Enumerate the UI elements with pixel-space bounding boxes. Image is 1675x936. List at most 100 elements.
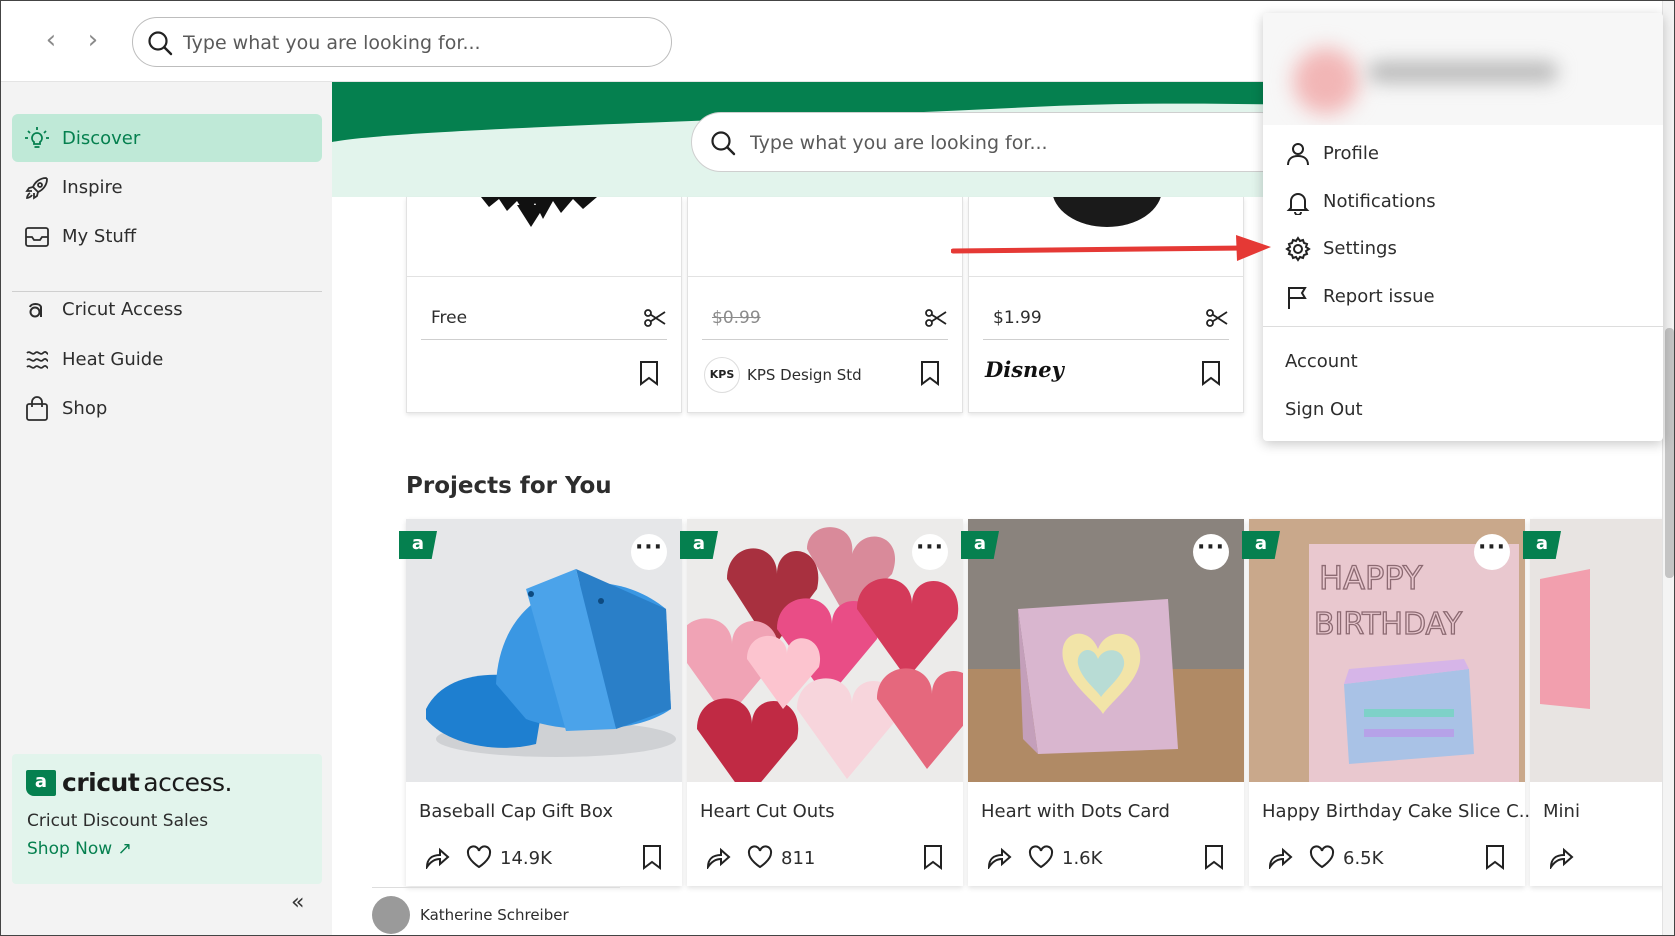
search-icon xyxy=(147,30,173,60)
sidebar-item-label: Cricut Access xyxy=(62,298,183,320)
collapse-sidebar-icon[interactable]: « xyxy=(291,890,304,915)
menu-item-account[interactable]: Account xyxy=(1285,351,1358,372)
scissors-icon xyxy=(1205,306,1229,334)
project-title: Heart with Dots Card xyxy=(981,801,1170,822)
hero-search-field[interactable] xyxy=(691,112,1291,172)
scrollbar-thumb[interactable] xyxy=(1665,328,1674,578)
bookmark-icon[interactable] xyxy=(1204,844,1224,874)
back-arrow-icon[interactable]: ‹ xyxy=(39,27,63,53)
brand-text-light: access. xyxy=(143,768,232,797)
bookmark-icon[interactable] xyxy=(920,360,940,390)
access-badge-icon: a xyxy=(1523,531,1561,559)
heat-waves-icon xyxy=(24,347,50,373)
shopping-bag-icon xyxy=(24,396,50,422)
avatar xyxy=(1293,48,1359,114)
menu-item-notifications[interactable]: Notifications xyxy=(1263,180,1663,224)
bookmark-icon[interactable] xyxy=(1485,844,1505,874)
share-icon[interactable] xyxy=(1548,845,1574,873)
top-search-field[interactable] xyxy=(132,17,672,67)
author-avatar xyxy=(372,896,410,934)
share-icon[interactable] xyxy=(424,845,450,873)
project-title: Baseball Cap Gift Box xyxy=(419,801,613,822)
design-card[interactable]: $1.99 Disney xyxy=(968,197,1244,413)
like-count: 6.5K xyxy=(1343,848,1384,869)
creator[interactable]: KPS KPS Design Std xyxy=(704,357,862,393)
access-badge-icon: a xyxy=(961,531,999,559)
heart-icon[interactable] xyxy=(1028,845,1054,873)
design-price: $1.99 xyxy=(993,308,1042,328)
bookmark-icon[interactable] xyxy=(1201,360,1221,390)
gear-icon xyxy=(1285,236,1311,266)
profile-name-redacted xyxy=(1368,61,1558,83)
sidebar-item-my-stuff[interactable]: My Stuff xyxy=(12,212,322,260)
sidebar-item-label: Heat Guide xyxy=(62,348,164,370)
card-divider xyxy=(983,339,1229,340)
menu-item-label: Profile xyxy=(1323,143,1379,164)
more-options-icon[interactable]: ··· xyxy=(912,534,948,570)
project-title: Heart Cut Outs xyxy=(700,801,835,822)
project-title: Mini xyxy=(1543,801,1580,822)
bell-icon xyxy=(1285,189,1311,219)
sidebar-item-cricut-access[interactable]: Cricut Access xyxy=(12,285,322,333)
sidebar: Discover Inspire My Stuff Cricut Access xyxy=(1,82,332,935)
share-icon[interactable] xyxy=(986,845,1012,873)
menu-item-sign-out[interactable]: Sign Out xyxy=(1285,399,1363,420)
design-image xyxy=(407,197,681,277)
like-count: 14.9K xyxy=(500,848,552,869)
design-price: $0.99 xyxy=(712,308,761,328)
design-card[interactable]: $0.99 KPS KPS Design Std xyxy=(687,197,963,413)
disney-logo: Disney xyxy=(985,357,1064,382)
share-icon[interactable] xyxy=(705,845,731,873)
cricut-access-icon xyxy=(24,297,50,323)
heart-icon[interactable] xyxy=(747,845,773,873)
creator-avatar: KPS xyxy=(704,357,740,393)
bookmark-icon[interactable] xyxy=(642,844,662,874)
project-card[interactable]: HAPPY BIRTHDAY a ··· Happy Birthday Cake… xyxy=(1242,519,1536,886)
rocket-icon xyxy=(24,175,50,201)
bookmark-icon[interactable] xyxy=(639,360,659,390)
menu-item-settings[interactable]: Settings xyxy=(1263,227,1663,271)
forward-arrow-icon[interactable]: › xyxy=(81,27,105,53)
sidebar-item-discover[interactable]: Discover xyxy=(12,114,322,162)
creator[interactable]: Disney xyxy=(985,357,1064,382)
menu-item-profile[interactable]: Profile xyxy=(1263,132,1663,176)
sidebar-item-label: Inspire xyxy=(62,176,123,198)
design-price: Free xyxy=(431,308,468,328)
sidebar-item-inspire[interactable]: Inspire xyxy=(12,163,322,211)
top-search-input[interactable] xyxy=(183,30,653,56)
sidebar-item-shop[interactable]: Shop xyxy=(12,384,322,432)
menu-item-label: Report issue xyxy=(1323,286,1435,307)
like-count: 811 xyxy=(781,848,816,869)
share-icon[interactable] xyxy=(1267,845,1293,873)
section-title: Projects for You xyxy=(406,473,612,499)
hero-search-input[interactable] xyxy=(750,129,1270,157)
shop-now-link[interactable]: Shop Now ↗ xyxy=(27,839,132,859)
more-options-icon[interactable]: ··· xyxy=(1193,534,1229,570)
profile-header xyxy=(1263,13,1663,125)
project-card[interactable]: a ··· Baseball Cap Gift Box 14.9K xyxy=(399,519,682,886)
person-icon xyxy=(1285,141,1311,171)
bookmark-icon[interactable] xyxy=(923,844,943,874)
project-card[interactable]: a ··· Heart with Dots Card 1.6K xyxy=(961,519,1244,886)
sidebar-item-heat-guide[interactable]: Heat Guide xyxy=(12,335,322,383)
card-divider xyxy=(702,339,948,340)
design-card[interactable]: Free xyxy=(406,197,682,413)
design-image xyxy=(688,197,962,277)
access-badge-icon: a xyxy=(1242,531,1280,559)
menu-item-report-issue[interactable]: Report issue xyxy=(1263,275,1663,319)
menu-item-label: Notifications xyxy=(1323,191,1436,212)
project-card[interactable]: a Mini xyxy=(1523,519,1662,886)
more-options-icon[interactable]: ··· xyxy=(631,534,667,570)
card-divider xyxy=(421,339,667,340)
menu-item-label: Settings xyxy=(1323,238,1397,259)
svg-text:HAPPY: HAPPY xyxy=(1319,559,1423,597)
project-card[interactable]: a ··· Heart Cut Outs 811 xyxy=(680,519,963,886)
more-options-icon[interactable]: ··· xyxy=(1474,534,1510,570)
search-icon xyxy=(710,130,736,160)
svg-text:BIRTHDAY: BIRTHDAY xyxy=(1314,607,1463,642)
vertical-scrollbar[interactable] xyxy=(1662,1,1674,935)
design-image xyxy=(969,197,1243,277)
heart-icon[interactable] xyxy=(466,845,492,873)
heart-icon[interactable] xyxy=(1309,845,1335,873)
project-author[interactable]: Katherine Schreiber xyxy=(372,887,620,935)
